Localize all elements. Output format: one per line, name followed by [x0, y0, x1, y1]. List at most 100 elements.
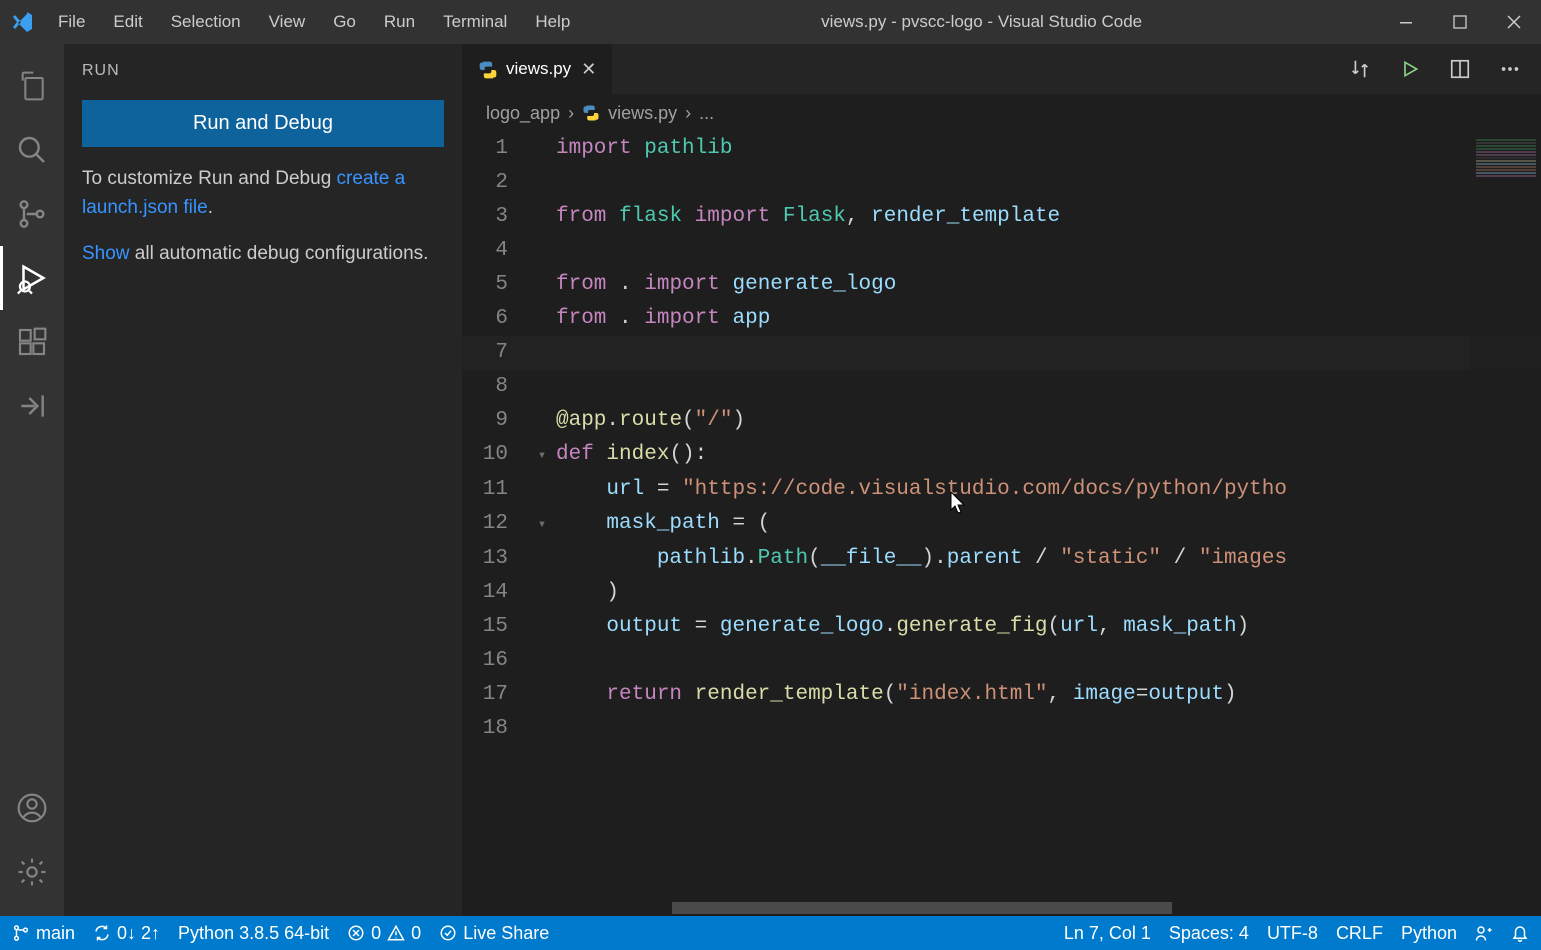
- code-line[interactable]: 1import pathlib: [462, 132, 1541, 166]
- split-editor-icon[interactable]: [1447, 56, 1473, 82]
- code-content[interactable]: pathlib.Path(__file__).parent / "static"…: [552, 542, 1287, 576]
- code-line[interactable]: 6from . import app: [462, 302, 1541, 336]
- status-sync[interactable]: 0↓ 2↑: [93, 923, 160, 944]
- code-content[interactable]: [552, 336, 556, 370]
- code-content[interactable]: [552, 166, 556, 200]
- code-line[interactable]: 9@app.route("/"): [462, 404, 1541, 438]
- fold-gutter[interactable]: [532, 507, 552, 542]
- run-file-icon[interactable]: [1397, 56, 1423, 82]
- run-and-debug-button[interactable]: Run and Debug: [82, 100, 444, 147]
- menu-run[interactable]: Run: [370, 0, 429, 44]
- code-content[interactable]: @app.route("/"): [552, 404, 745, 438]
- code-line[interactable]: 3from flask import Flask, render_templat…: [462, 200, 1541, 234]
- code-content[interactable]: from . import app: [552, 302, 770, 336]
- status-eol[interactable]: CRLF: [1336, 923, 1383, 944]
- fold-gutter[interactable]: [532, 132, 552, 166]
- code-line[interactable]: 10def index():: [462, 438, 1541, 473]
- fold-gutter[interactable]: [532, 576, 552, 610]
- code-line[interactable]: 7: [462, 336, 1541, 370]
- code-line[interactable]: 13 pathlib.Path(__file__).parent / "stat…: [462, 542, 1541, 576]
- status-cursor[interactable]: Ln 7, Col 1: [1064, 923, 1151, 944]
- horizontal-scrollbar[interactable]: [552, 900, 1461, 916]
- status-language[interactable]: Python: [1401, 923, 1457, 944]
- code-content[interactable]: from flask import Flask, render_template: [552, 200, 1060, 234]
- fold-gutter[interactable]: [532, 610, 552, 644]
- activity-live-share[interactable]: [0, 374, 64, 438]
- code-content[interactable]: return render_template("index.html", ima…: [552, 678, 1237, 712]
- tab-views-py[interactable]: views.py ✕: [462, 44, 613, 94]
- status-encoding[interactable]: UTF-8: [1267, 923, 1318, 944]
- code-content[interactable]: from . import generate_logo: [552, 268, 896, 302]
- activity-extensions[interactable]: [0, 310, 64, 374]
- activity-run-debug[interactable]: [0, 246, 64, 310]
- code-line[interactable]: 8: [462, 370, 1541, 404]
- breadcrumb-seg-file[interactable]: views.py: [608, 103, 677, 124]
- code-line[interactable]: 15 output = generate_logo.generate_fig(u…: [462, 610, 1541, 644]
- menu-selection[interactable]: Selection: [157, 0, 255, 44]
- code-content[interactable]: [552, 370, 556, 404]
- code-line[interactable]: 11 url = "https://code.visualstudio.com/…: [462, 473, 1541, 507]
- code-line[interactable]: 4: [462, 234, 1541, 268]
- activity-account[interactable]: [0, 776, 64, 840]
- fold-gutter[interactable]: [532, 712, 552, 746]
- code-line[interactable]: 17 return render_template("index.html", …: [462, 678, 1541, 712]
- show-link[interactable]: Show: [82, 243, 130, 264]
- code-content[interactable]: import pathlib: [552, 132, 732, 166]
- menu-terminal[interactable]: Terminal: [429, 0, 521, 44]
- code-content[interactable]: def index():: [552, 438, 707, 473]
- activity-explorer[interactable]: [0, 54, 64, 118]
- menu-edit[interactable]: Edit: [99, 0, 156, 44]
- fold-gutter[interactable]: [532, 473, 552, 507]
- menu-view[interactable]: View: [255, 0, 320, 44]
- fold-gutter[interactable]: [532, 404, 552, 438]
- close-button[interactable]: [1487, 0, 1541, 44]
- fold-gutter[interactable]: [532, 268, 552, 302]
- code-content[interactable]: [552, 234, 556, 268]
- code-editor[interactable]: 1import pathlib23from flask import Flask…: [462, 132, 1541, 916]
- fold-gutter[interactable]: [532, 234, 552, 268]
- fold-gutter[interactable]: [532, 644, 552, 678]
- breadcrumb[interactable]: logo_app › views.py › ...: [462, 94, 1541, 132]
- more-actions-icon[interactable]: [1497, 56, 1523, 82]
- code-line[interactable]: 5from . import generate_logo: [462, 268, 1541, 302]
- status-feedback-icon[interactable]: [1475, 924, 1493, 942]
- scrollbar-thumb[interactable]: [672, 902, 1172, 914]
- tab-close-icon[interactable]: ✕: [581, 59, 596, 80]
- status-spaces[interactable]: Spaces: 4: [1169, 923, 1249, 944]
- fold-gutter[interactable]: [532, 302, 552, 336]
- activity-source-control[interactable]: [0, 182, 64, 246]
- code-content[interactable]: ): [552, 576, 619, 610]
- fold-gutter[interactable]: [532, 370, 552, 404]
- minimize-button[interactable]: [1379, 0, 1433, 44]
- menu-file[interactable]: File: [44, 0, 99, 44]
- activity-search[interactable]: [0, 118, 64, 182]
- status-live-share[interactable]: Live Share: [439, 923, 549, 944]
- status-interpreter[interactable]: Python 3.8.5 64-bit: [178, 923, 329, 944]
- menu-help[interactable]: Help: [521, 0, 584, 44]
- maximize-button[interactable]: [1433, 0, 1487, 44]
- code-content[interactable]: mask_path = (: [552, 507, 770, 542]
- fold-gutter[interactable]: [532, 336, 552, 370]
- minimap[interactable]: [1471, 132, 1541, 916]
- activity-settings[interactable]: [0, 840, 64, 904]
- code-line[interactable]: 16: [462, 644, 1541, 678]
- fold-gutter[interactable]: [532, 200, 552, 234]
- code-line[interactable]: 18: [462, 712, 1541, 746]
- breadcrumb-seg-folder[interactable]: logo_app: [486, 103, 560, 124]
- code-content[interactable]: url = "https://code.visualstudio.com/doc…: [552, 473, 1287, 507]
- fold-gutter[interactable]: [532, 542, 552, 576]
- code-line[interactable]: 14 ): [462, 576, 1541, 610]
- status-branch[interactable]: main: [12, 923, 75, 944]
- fold-gutter[interactable]: [532, 438, 552, 473]
- compare-changes-icon[interactable]: [1347, 56, 1373, 82]
- code-content[interactable]: [552, 712, 556, 746]
- status-problems[interactable]: 0 0: [347, 923, 421, 944]
- code-content[interactable]: output = generate_logo.generate_fig(url,…: [552, 610, 1249, 644]
- menu-go[interactable]: Go: [319, 0, 370, 44]
- breadcrumb-ellipsis[interactable]: ...: [699, 103, 714, 124]
- status-notifications-icon[interactable]: [1511, 924, 1529, 942]
- code-content[interactable]: [552, 644, 556, 678]
- code-line[interactable]: 12 mask_path = (: [462, 507, 1541, 542]
- fold-gutter[interactable]: [532, 678, 552, 712]
- fold-gutter[interactable]: [532, 166, 552, 200]
